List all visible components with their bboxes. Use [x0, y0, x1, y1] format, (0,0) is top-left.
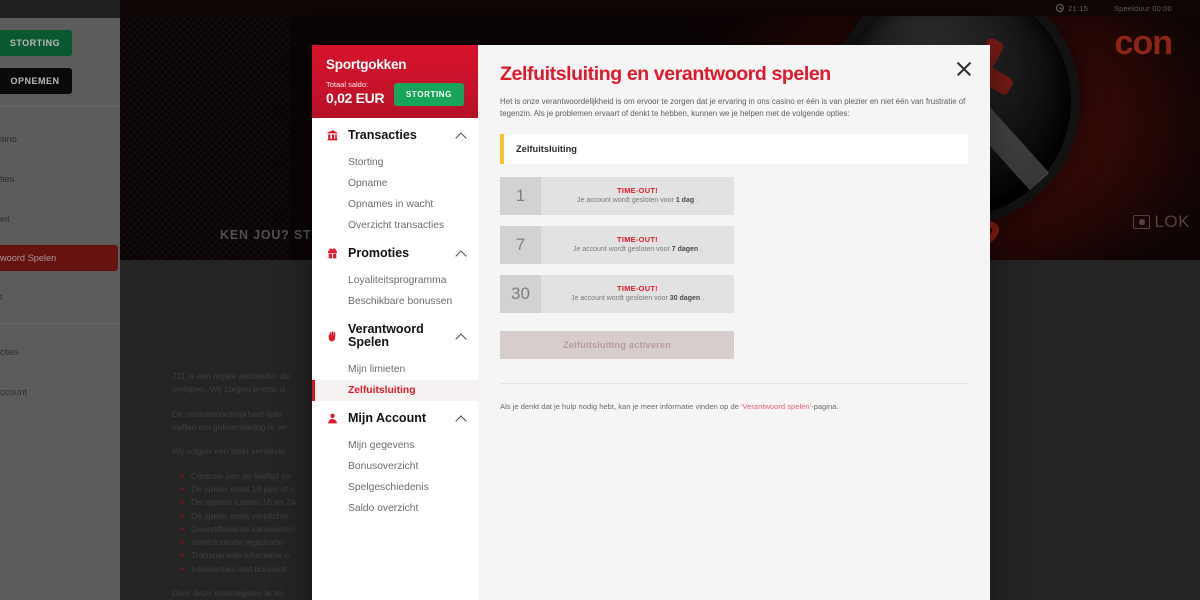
- menu-link-mijn-gegevens[interactable]: Mijn gegevens: [312, 435, 478, 456]
- option-text: Je account wordt gesloten voor 1 dag .: [576, 196, 699, 204]
- option-body: TIME-OUT! Je account wordt gesloten voor…: [541, 284, 734, 303]
- user-icon: [328, 414, 337, 424]
- balance-amount: 0,02 EUR: [326, 90, 385, 106]
- menu-link-overzicht-transacties[interactable]: Overzicht transacties: [312, 215, 478, 236]
- menu-link-bonusoverzicht[interactable]: Bonusoverzicht: [312, 456, 478, 477]
- option-text: Je account wordt gesloten voor 30 dagen …: [570, 294, 705, 302]
- timeout-option-1-day[interactable]: 1 TIME-OUT! Je account wordt gesloten vo…: [500, 176, 734, 215]
- chevron-up-icon[interactable]: [457, 332, 466, 341]
- menu-link-opname[interactable]: Opname: [312, 173, 478, 194]
- menu-link-saldo-overzicht[interactable]: Saldo overzicht: [312, 498, 478, 519]
- close-icon[interactable]: [954, 59, 974, 79]
- chevron-up-icon[interactable]: [457, 414, 466, 423]
- menu-group-promoties[interactable]: Promoties: [312, 236, 478, 270]
- balance-block: Totaal saldo: 0,02 EUR: [326, 80, 385, 106]
- option-number: 30: [500, 274, 541, 313]
- option-body: TIME-OUT! Je account wordt gesloten voor…: [541, 186, 734, 205]
- menu-link-spelgeschiedenis[interactable]: Spelgeschiedenis: [312, 477, 478, 498]
- menu-group-mijn-account[interactable]: Mijn Account: [312, 401, 478, 435]
- option-kicker: TIME-OUT!: [617, 284, 658, 294]
- timeout-options: 1 TIME-OUT! Je account wordt gesloten vo…: [500, 176, 968, 313]
- menu-link-zelfuitsluiting[interactable]: Zelfuitsluiting: [312, 380, 478, 401]
- menu-link-beschikbare-bonussen[interactable]: Beschikbare bonussen: [312, 291, 478, 312]
- option-kicker: TIME-OUT!: [617, 186, 658, 196]
- option-kicker: TIME-OUT!: [617, 235, 658, 245]
- menu-group-transacties[interactable]: Transacties: [312, 118, 478, 152]
- menu-group-verantwoord-spelen[interactable]: Verantwoord Spelen: [312, 312, 478, 360]
- screen: con KEN JOU? STOP OP TIJD. (18+) LOK 711…: [0, 0, 1200, 600]
- timeout-option-7-days[interactable]: 7 TIME-OUT! Je account wordt gesloten vo…: [500, 225, 734, 264]
- responsible-gaming-link[interactable]: 'Verantwoord spelen': [741, 402, 811, 411]
- chevron-up-icon[interactable]: [457, 249, 466, 258]
- account-menu-sidebar: Sportgokken Totaal saldo: 0,02 EUR STORT…: [312, 45, 478, 600]
- timeout-option-30-days[interactable]: 30 TIME-OUT! Je account wordt gesloten v…: [500, 274, 734, 313]
- gift-icon: [328, 248, 337, 259]
- option-text: Je account wordt gesloten voor 7 dagen .: [572, 245, 703, 253]
- menu-link-loyaliteitsprogramma[interactable]: Loyaliteitsprogramma: [312, 270, 478, 291]
- option-body: TIME-OUT! Je account wordt gesloten voor…: [541, 235, 734, 254]
- divider: [500, 382, 968, 384]
- balance-label: Totaal saldo:: [326, 80, 369, 89]
- raised-hand-icon: [328, 331, 336, 342]
- activate-self-exclusion-button[interactable]: Zelfuitsluiting activeren: [500, 330, 734, 359]
- modal-content: Zelfuitsluiting en verantwoord spelen He…: [478, 45, 990, 600]
- self-exclusion-modal: Sportgokken Totaal saldo: 0,02 EUR STORT…: [312, 45, 990, 600]
- menu-group-label: Mijn Account: [348, 411, 427, 425]
- menu-group-label: Verantwoord Spelen: [348, 321, 424, 350]
- menu-link-storting[interactable]: Storting: [312, 152, 478, 173]
- option-number: 1: [500, 176, 541, 215]
- page-title: Zelfuitsluiting en verantwoord spelen: [500, 63, 831, 85]
- balance-row: Totaal saldo: 0,02 EUR STORTING: [326, 80, 464, 106]
- section-banner: Zelfuitsluiting: [500, 133, 968, 164]
- deposit-button[interactable]: STORTING: [394, 83, 464, 106]
- menu-link-opnames-in-wacht[interactable]: Opnames in wacht: [312, 194, 478, 215]
- bank-icon: [326, 130, 339, 141]
- option-number: 7: [500, 225, 541, 264]
- modal-description: Het is onze verantwoordelijkheid is om e…: [500, 97, 966, 118]
- help-footer: Als je denkt dat je hulp nodig hebt, kan…: [500, 401, 839, 411]
- menu-group-label: Promoties: [348, 245, 410, 260]
- menu-link-mijn-limieten[interactable]: Mijn limieten: [312, 359, 478, 380]
- account-balance-header: Sportgokken Totaal saldo: 0,02 EUR STORT…: [312, 45, 478, 118]
- brand-title: Sportgokken: [326, 57, 407, 72]
- chevron-up-icon[interactable]: [457, 131, 466, 140]
- menu-group-label: Transacties: [348, 128, 417, 142]
